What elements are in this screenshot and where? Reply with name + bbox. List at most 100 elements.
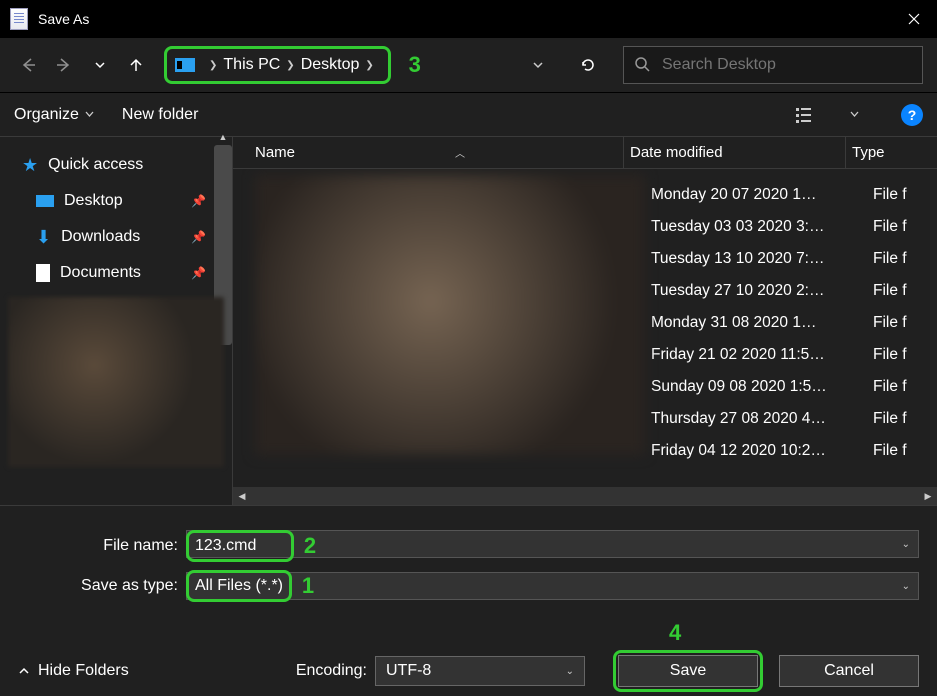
refresh-button[interactable] (571, 48, 605, 82)
column-headers: Name ︿ Date modified Type (233, 137, 937, 169)
file-row[interactable]: Thursday 27 08 2020 4…File f (645, 403, 937, 435)
file-date: Tuesday 03 03 2020 3:… (645, 218, 867, 236)
breadcrumb[interactable]: ❯ This PC ❯ Desktop ❯ (164, 46, 391, 84)
star-icon: ★ (22, 155, 38, 176)
file-type: File f (867, 186, 937, 204)
nav-forward-button[interactable] (50, 51, 78, 79)
file-type: File f (867, 314, 937, 332)
sidebar-item-label: Downloads (61, 228, 140, 246)
refresh-icon (579, 56, 597, 74)
file-row[interactable]: Tuesday 03 03 2020 3:…File f (645, 211, 937, 243)
search-input[interactable] (662, 56, 912, 74)
save-button[interactable]: Save (618, 655, 758, 687)
document-icon (36, 264, 50, 282)
view-options-button[interactable] (792, 103, 822, 127)
chevron-right-icon: ❯ (365, 60, 373, 71)
nav-back-button[interactable] (14, 51, 42, 79)
blurred-filenames (255, 175, 645, 455)
column-label: Name (255, 144, 295, 161)
file-row[interactable]: Monday 20 07 2020 1…File f (645, 179, 937, 211)
new-folder-button[interactable]: New folder (122, 106, 198, 124)
file-date: Sunday 09 08 2020 1:5… (645, 378, 867, 396)
encoding-combo[interactable]: UTF-8 ⌄ (375, 656, 585, 686)
sidebar-item-downloads[interactable]: ⬇ Downloads 📌 (0, 219, 232, 255)
file-row[interactable]: Sunday 09 08 2020 1:5…File f (645, 371, 937, 403)
address-dropdown-button[interactable] (521, 48, 555, 82)
file-type: File f (867, 218, 937, 236)
breadcrumb-this-pc[interactable]: This PC (223, 56, 280, 74)
file-type: File f (867, 410, 937, 428)
file-type: File f (867, 346, 937, 364)
savetype-value: All Files (*.*) (195, 577, 283, 595)
quick-access-label: Quick access (48, 156, 143, 174)
scroll-right-button[interactable]: ▶ (919, 491, 937, 502)
file-date: Friday 04 12 2020 10:2… (645, 442, 867, 460)
nav-bar: ❯ This PC ❯ Desktop ❯ 3 (0, 38, 937, 92)
pin-icon: 📌 (191, 230, 206, 244)
horizontal-scrollbar[interactable]: ◀ ▶ (233, 487, 937, 505)
file-type: File f (867, 442, 937, 460)
scroll-left-button[interactable]: ◀ (233, 491, 251, 502)
arrow-left-icon (19, 56, 37, 74)
sidebar-item-documents[interactable]: Documents 📌 (0, 255, 232, 291)
file-type: File f (867, 250, 937, 268)
callout-4: 4 (669, 620, 681, 646)
organize-button[interactable]: Organize (14, 106, 94, 124)
nav-recent-button[interactable] (86, 51, 114, 79)
column-date-header[interactable]: Date modified (623, 137, 845, 168)
callout-1: 1 (298, 573, 318, 599)
file-date: Monday 20 07 2020 1… (645, 186, 867, 204)
new-folder-label: New folder (122, 106, 198, 124)
close-button[interactable] (891, 0, 937, 38)
file-date: Monday 31 08 2020 1… (645, 314, 867, 332)
toolbar: Organize New folder ? (0, 92, 937, 136)
chevron-down-icon (94, 59, 106, 71)
filename-input[interactable] (195, 537, 285, 555)
column-name-header[interactable]: Name ︿ (233, 144, 623, 161)
scroll-up-button[interactable]: ▲ (214, 129, 232, 145)
search-box[interactable] (623, 46, 923, 84)
callout-2: 2 (300, 533, 320, 559)
window-title: Save As (38, 11, 89, 27)
sort-indicator-icon: ︿ (455, 145, 465, 160)
filename-label: File name: (18, 537, 186, 555)
nav-up-button[interactable] (122, 51, 150, 79)
pin-icon: 📌 (191, 194, 206, 208)
encoding-value: UTF-8 (386, 662, 431, 680)
file-list: Monday 20 07 2020 1…File fTuesday 03 03 … (233, 169, 937, 487)
file-row[interactable]: Tuesday 13 10 2020 7:…File f (645, 243, 937, 275)
content-area: ▲ ★ Quick access Desktop 📌 ⬇ Downloads 📌… (0, 136, 937, 506)
file-row[interactable]: Monday 31 08 2020 1…File f (645, 307, 937, 339)
file-row[interactable]: Friday 21 02 2020 11:5…File f (645, 339, 937, 371)
cancel-button[interactable]: Cancel (779, 655, 919, 687)
file-row[interactable]: Tuesday 27 10 2020 2:…File f (645, 275, 937, 307)
chevron-down-icon (85, 110, 94, 119)
breadcrumb-desktop[interactable]: Desktop (301, 56, 360, 74)
bottom-bar: Hide Folders Encoding: UTF-8 ⌄ 4 Save Ca… (0, 646, 937, 696)
help-button[interactable]: ? (901, 104, 923, 126)
savetype-highlight: All Files (*.*) (186, 570, 292, 602)
chevron-down-icon: ⌄ (566, 666, 574, 677)
close-icon (908, 13, 920, 25)
file-type: File f (867, 282, 937, 300)
sidebar-item-desktop[interactable]: Desktop 📌 (0, 183, 232, 219)
file-date: Thursday 27 08 2020 4… (645, 410, 867, 428)
column-type-header[interactable]: Type (845, 137, 937, 168)
chevron-right-icon: ❯ (286, 60, 294, 71)
chevron-down-icon[interactable] (850, 110, 859, 119)
download-icon: ⬇ (36, 227, 51, 248)
arrow-right-icon (55, 56, 73, 74)
save-form: File name: 2 ⌄ Save as type: ⌄ All Files… (0, 506, 937, 606)
arrow-up-icon (127, 56, 145, 74)
desktop-icon (36, 195, 54, 207)
file-date: Tuesday 13 10 2020 7:… (645, 250, 867, 268)
sidebar-quick-access[interactable]: ★ Quick access (0, 147, 232, 183)
hide-folders-button[interactable]: Hide Folders (18, 662, 129, 680)
sidebar-item-label: Desktop (64, 192, 123, 210)
views-icon (796, 106, 818, 124)
blurred-content (8, 297, 224, 467)
file-row[interactable]: Friday 04 12 2020 10:2…File f (645, 435, 937, 467)
file-type: File f (867, 378, 937, 396)
callout-3: 3 (405, 52, 425, 78)
sidebar-item-label: Documents (60, 264, 141, 282)
